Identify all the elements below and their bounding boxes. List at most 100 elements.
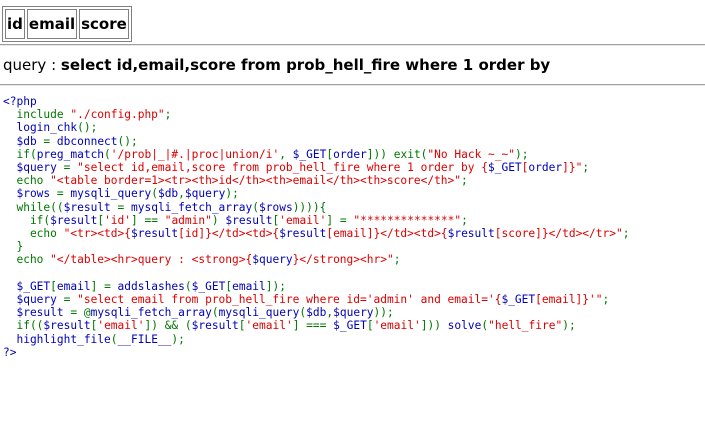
table-header-row: id email score <box>5 9 129 39</box>
code-line: $result = @mysqli_fetch_array(mysqli_que… <box>3 306 629 319</box>
code-token: ; <box>393 253 401 267</box>
column-header-score: score <box>79 9 129 39</box>
code-token: $_GET <box>3 279 51 293</box>
code-token: (); <box>77 121 98 135</box>
code-token: $db <box>157 187 179 201</box>
code-token: $_GET <box>292 147 327 161</box>
code-line: echo "<tr><td>{$result[id]}</td><td>{$re… <box>3 227 630 241</box>
code-token: ; <box>461 174 468 188</box>
code-token: $query <box>184 187 226 201</box>
code-token: ])) <box>420 319 448 333</box>
code-token: mysqli_query <box>218 306 300 320</box>
code-token: $db <box>3 134 44 148</box>
code-token: login_chk <box>3 121 78 135</box>
code-token: = @ <box>70 306 91 320</box>
code-token: = <box>63 293 78 307</box>
code-token: while(( <box>3 200 64 214</box>
code-line: login_chk(); <box>3 121 629 134</box>
code-token: $_GET <box>333 319 367 333</box>
query-label: query : <box>3 56 61 74</box>
code-token: ( <box>110 332 118 346</box>
code-token: , <box>279 147 293 161</box>
php-source-code: <?php include "./config.php"; login_chk(… <box>3 95 629 359</box>
code-token: order <box>528 161 563 175</box>
code-token: [id]}</td><td>{ <box>178 227 280 241</box>
code-token: <?php <box>3 95 37 108</box>
code-token: $_GET <box>191 279 226 293</box>
code-token: [score]}</td></tr>" <box>494 227 623 241</box>
code-token: [ <box>50 279 57 293</box>
code-line: echo "</table><hr>query : <strong>{$quer… <box>3 253 629 266</box>
code-token: if( <box>3 213 51 227</box>
code-token: include <box>3 108 71 122</box>
code-token: $_GET <box>501 293 536 307</box>
code-line: while(($result = mysqli_fetch_array($row… <box>3 201 629 214</box>
code-token: __FILE__ <box>117 332 172 346</box>
code-token: if(( <box>3 319 44 333</box>
code-token: "admin" <box>164 213 212 227</box>
code-token: "No Hack ~_~" <box>427 147 515 161</box>
code-line: $query = "select id,email,score from pro… <box>3 161 629 174</box>
code-token: solve <box>447 319 482 333</box>
code-token: $result <box>191 319 239 333</box>
column-header-email: email <box>26 9 78 39</box>
code-line: } <box>3 240 629 253</box>
code-token: )); <box>373 306 394 320</box>
code-token: $result <box>130 227 179 241</box>
code-token: mysqli_fetch_array <box>90 306 212 320</box>
code-token: ( <box>252 200 259 214</box>
code-token: "<tr><td>{ <box>63 227 131 241</box>
code-token: echo <box>3 253 51 267</box>
code-token: )))){ <box>292 200 327 214</box>
code-token: 'email' <box>279 213 327 227</box>
code-token: $query <box>3 293 64 307</box>
horizontal-rule <box>0 44 705 46</box>
code-token: $rows <box>259 200 293 214</box>
code-token: $_GET <box>487 161 522 175</box>
code-token: ; <box>602 293 610 307</box>
code-token: if( <box>3 147 37 161</box>
code-token: email <box>232 279 266 293</box>
code-line: if(($result['email']) && ($result['email… <box>3 319 629 332</box>
code-token: ] = <box>326 213 354 227</box>
code-token: ]); <box>265 279 286 293</box>
code-token: $query <box>252 253 293 267</box>
code-token: ( <box>184 279 192 293</box>
code-token: preg_match <box>36 147 105 161</box>
code-token: ); <box>171 332 185 346</box>
code-token: 'email' <box>97 319 145 333</box>
code-token: $result <box>43 319 91 333</box>
code-token: ]) && ( <box>144 319 192 333</box>
code-line: echo "<table border=1><tr><th>id</th><th… <box>3 174 629 187</box>
code-token: ); <box>562 319 576 333</box>
code-line: $rows = mysqli_query($db,$query); <box>3 187 629 200</box>
code-token: highlight_file <box>3 332 111 346</box>
code-token: $rows <box>3 187 57 201</box>
code-token: ); <box>514 147 529 161</box>
query-line: query : select id,email,score from prob_… <box>3 56 550 74</box>
code-token: $result <box>279 227 327 241</box>
query-text: select id,email,score from prob_hell_fir… <box>60 56 551 74</box>
code-token: [email]}</td><td>{ <box>326 227 448 241</box>
code-token: "select email from prob_hell_fire where … <box>77 293 502 307</box>
results-table: id email score <box>2 6 132 42</box>
code-token: [email]}'" <box>535 293 603 307</box>
code-token: ] == <box>131 213 165 227</box>
code-token: = <box>117 200 131 214</box>
code-token: echo <box>3 227 64 241</box>
code-token: $result <box>225 213 273 227</box>
code-line <box>3 267 629 280</box>
code-token: $result <box>63 200 118 214</box>
code-token: email <box>56 279 91 293</box>
code-token: = <box>63 161 78 175</box>
code-token: "select id,email,score from prob_hell_fi… <box>77 161 488 175</box>
code-token: dbconnect <box>56 134 118 148</box>
code-token: 'id' <box>104 213 132 227</box>
code-token: ]}" <box>562 161 583 175</box>
code-token: "hell_fire" <box>488 319 563 333</box>
code-token: 'email' <box>245 319 293 333</box>
code-token: = <box>56 187 71 201</box>
code-token: ( <box>211 306 219 320</box>
code-token: echo <box>3 174 51 188</box>
